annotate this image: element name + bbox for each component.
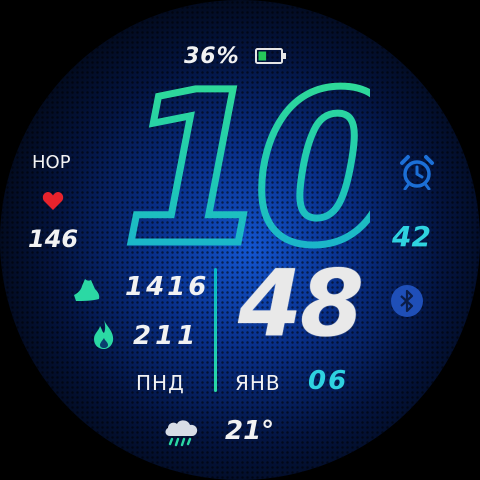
temperature-value: 21° xyxy=(225,416,275,446)
steps-value: 1416 xyxy=(125,272,210,302)
heart-rate-label: НОР xyxy=(32,152,71,173)
steps-shoe-icon xyxy=(74,279,100,301)
weekday-label: ПНД xyxy=(136,371,185,395)
calories-value: 211 xyxy=(133,321,200,351)
day-number: 06 xyxy=(308,366,349,396)
hour-digits: 10 xyxy=(120,70,370,260)
rain-cloud-icon xyxy=(165,420,198,447)
hour-text: 10 xyxy=(122,70,370,260)
heart-icon xyxy=(42,192,64,210)
flame-icon xyxy=(94,319,114,349)
battery-icon xyxy=(255,48,286,64)
heart-rate-value: 146 xyxy=(28,225,79,253)
battery-percent: 36% xyxy=(184,44,240,69)
bluetooth-icon[interactable] xyxy=(390,284,424,318)
month-label: ЯНВ xyxy=(235,371,281,395)
watch-face: 36% 10 НОР 146 42 1416 211 48 ПНД ЯНВ 06… xyxy=(0,0,480,480)
vertical-divider xyxy=(214,268,217,392)
battery-number: 42 xyxy=(392,220,431,253)
minutes-digits: 48 xyxy=(238,250,364,357)
alarm-clock-icon[interactable] xyxy=(398,154,436,190)
